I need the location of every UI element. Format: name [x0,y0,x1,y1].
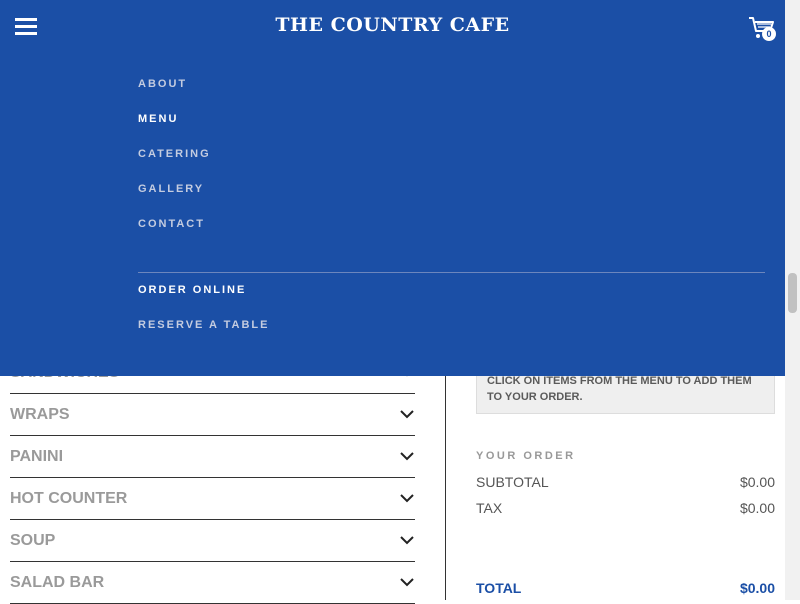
nav-secondary-menu: ORDER ONLINE RESERVE A TABLE [138,284,269,354]
category-salad-bar[interactable]: SALAD BAR [10,562,415,604]
nav-item-gallery[interactable]: GALLERY [138,183,211,218]
chevron-down-icon [400,494,414,503]
nav-divider [138,272,765,273]
nav-item-menu[interactable]: MENU [138,113,211,148]
nav-item-catering[interactable]: CATERING [138,148,211,183]
tax-value: $0.00 [739,500,775,516]
category-label: HOT COUNTER [10,490,128,507]
category-label: WRAPS [10,406,70,423]
site-logo[interactable]: THE COUNTRY CAFE [0,14,785,36]
chevron-down-icon [400,578,414,587]
category-hot-counter[interactable]: HOT COUNTER [10,478,415,520]
chevron-down-icon [400,536,414,545]
category-label: SOUP [10,532,56,549]
total-label: TOTAL [476,580,522,596]
subtotal-label: SUBTOTAL [476,474,549,490]
nav-item-reserve-table[interactable]: RESERVE A TABLE [138,319,269,354]
tax-row: TAX $0.00 [476,500,775,516]
chevron-down-icon [400,410,414,419]
nav-item-contact[interactable]: CONTACT [138,218,211,253]
category-soup[interactable]: SOUP [10,520,415,562]
scrollbar-thumb[interactable] [788,273,797,313]
category-label: SALAD BAR [10,574,105,591]
nav-item-order-online[interactable]: ORDER ONLINE [138,284,269,319]
nav-menu: ABOUT MENU CATERING GALLERY CONTACT [138,78,211,253]
total-row: TOTAL $0.00 [476,580,775,596]
order-hint-text: CLICK ON ITEMS FROM THE MENU TO ADD THEM… [487,375,752,403]
tax-label: TAX [476,500,503,516]
menu-categories: SANDWICHES WRAPS PANINI HOT COUNTER SOUP… [10,352,415,604]
chevron-down-icon [400,452,414,461]
cart-count-badge: 0 [762,27,776,41]
subtotal-row: SUBTOTAL $0.00 [476,474,775,490]
nav-overlay: THE COUNTRY CAFE 0 ABOUT MENU CATERING G… [0,0,785,376]
category-label: PANINI [10,448,64,465]
category-panini[interactable]: PANINI [10,436,415,478]
total-value: $0.00 [739,580,775,596]
category-wraps[interactable]: WRAPS [10,394,415,436]
your-order-heading: YOUR ORDER [476,450,576,462]
nav-item-about[interactable]: ABOUT [138,78,211,113]
subtotal-value: $0.00 [739,474,775,490]
column-divider [445,376,446,600]
